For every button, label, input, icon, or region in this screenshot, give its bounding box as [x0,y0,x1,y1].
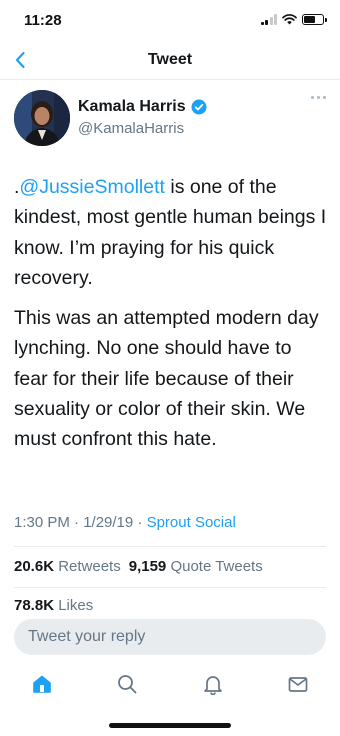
quote-tweets-stat[interactable]: 9,159 Quote Tweets [129,558,263,575]
verified-badge-icon [191,99,207,115]
divider [14,587,326,588]
retweets-count: 20.6K [14,558,55,575]
author-name-row[interactable]: Kamala Harris [78,98,207,116]
retweets-label: Retweets [54,558,121,575]
home-indicator [109,723,231,728]
more-options-icon[interactable] [311,96,326,99]
likes-stat[interactable]: 78.8K Likes [14,597,93,611]
tweet-author: Kamala Harris @KamalaHarris [14,90,326,148]
tweet-paragraph: This was an attempted modern day lynchin… [14,307,319,451]
tweet-meta: 1:30 PM · 1/29/19 · Sprout Social [14,514,236,531]
quote-tweets-count: 9,159 [128,558,167,575]
page-title: Tweet [147,51,193,68]
wifi-icon [282,14,297,25]
tweet-timestamp: 1:30 PM · 1/29/19 · [14,514,147,531]
bell-icon [204,676,222,695]
tab-messages[interactable] [284,670,312,698]
likes-label: Likes [54,597,94,611]
likes-count: 78.8K [14,597,55,611]
tweet-stats: 20.6K Retweets 9,159 Quote Tweets [14,558,263,575]
author-handle[interactable]: @KamalaHarris [78,120,184,137]
tweet-text: .@JussieSmollett is one of the kindest, … [14,172,328,465]
tab-notifications[interactable] [199,670,227,698]
status-bar: 11:28 [0,0,340,40]
retweets-stat[interactable]: 20.6K Retweets [14,558,121,575]
source-link[interactable]: Sprout Social [147,514,236,531]
signal-icon [260,14,277,25]
status-time: 11:28 [24,12,62,29]
home-icon [33,675,51,693]
tweet-paragraph: .@JussieSmollett is one of the kindest, … [14,172,328,293]
quote-tweets-label: Quote Tweets [166,558,263,575]
battery-icon [302,14,327,25]
tab-bar [0,664,340,704]
mention-link[interactable]: @JussieSmollett [19,176,165,198]
reply-input[interactable]: Tweet your reply [14,619,326,655]
nav-header: Tweet [0,40,340,80]
author-name: Kamala Harris [78,98,186,115]
divider [14,546,326,547]
search-icon [118,675,137,694]
avatar[interactable] [14,90,70,146]
tab-search[interactable] [113,670,141,698]
tab-home[interactable] [28,670,56,698]
reply-placeholder: Tweet your reply [28,628,146,645]
status-icons [260,14,327,25]
mail-icon [288,677,308,692]
